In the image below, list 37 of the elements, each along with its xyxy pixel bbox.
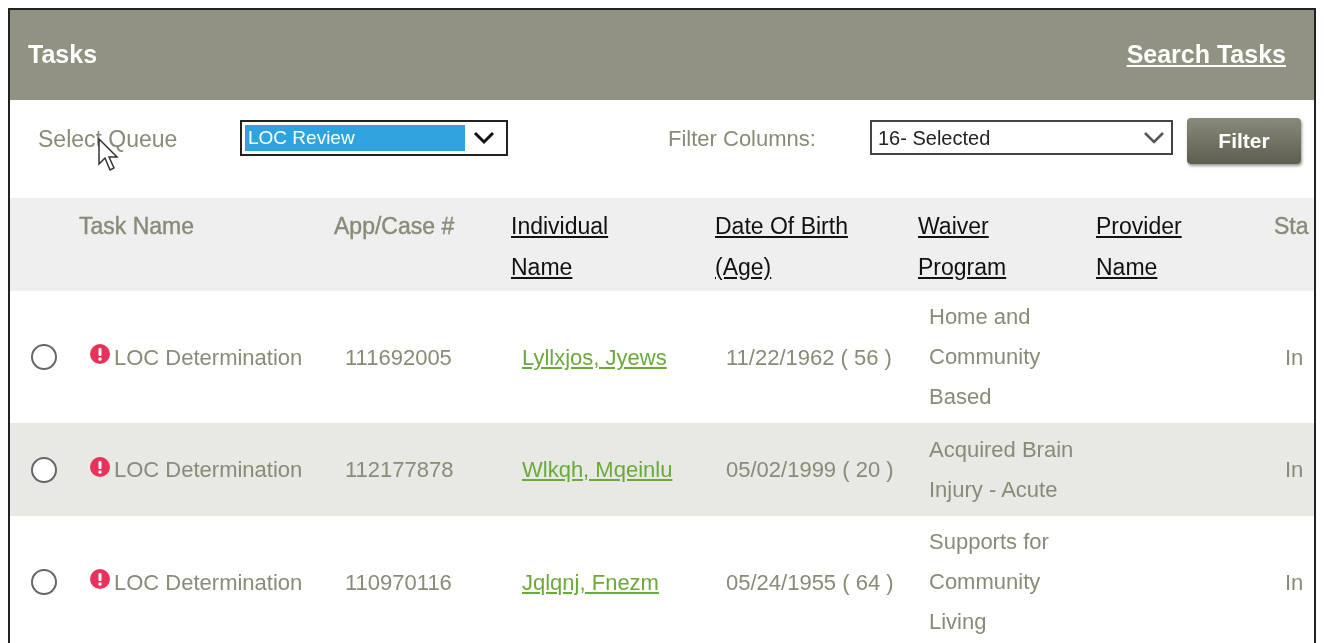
waiver-program-cell-text: Supports for Community Living <box>929 528 1050 636</box>
date-of-birth-cell-text: 05/24/1955 ( 64 ) <box>726 568 895 597</box>
status-cell-text: In <box>1285 456 1304 484</box>
column-header[interactable]: Provider Name <box>1096 206 1246 288</box>
status-cell-text: In <box>1285 568 1304 597</box>
filter-columns-label: Filter Columns: <box>668 125 817 153</box>
queue-label: Select Queue <box>38 122 240 157</box>
task-name-cell-text: LOC Determination <box>114 568 303 597</box>
queue-value: LOC Review <box>245 125 465 151</box>
panel-title: Tasks <box>28 39 98 71</box>
task-name-cell-text: LOC Determination <box>114 343 303 372</box>
column-header[interactable]: Date Of Birth (Age) <box>715 206 865 288</box>
search-tasks-link[interactable]: Search Tasks <box>1126 36 1286 74</box>
chevron-down-icon <box>473 131 495 145</box>
case-number-cell-text: 111692005 <box>345 343 453 372</box>
date-of-birth-cell-text: 11/22/1962 ( 56 ) <box>726 343 893 372</box>
queue-dropdown[interactable]: LOC Review <box>240 120 508 156</box>
waiver-program-cell-text: Home and Community Based <box>929 303 1042 411</box>
filter-button[interactable]: Filter <box>1187 118 1301 164</box>
individual-name-link[interactable]: Lyllxjos, Jyews <box>522 344 667 370</box>
case-number-cell-text: 112177878 <box>345 456 455 484</box>
column-header[interactable]: Waiver Program <box>918 206 1068 288</box>
column-header: App/Case # <box>334 212 455 241</box>
row-radio[interactable] <box>31 569 57 595</box>
task-name-cell-text: LOC Determination <box>114 456 303 484</box>
row-radio[interactable] <box>31 344 57 370</box>
row-radio[interactable] <box>31 456 57 483</box>
chevron-down-icon <box>1143 130 1165 145</box>
waiver-program-cell-text: Acquired Brain Injury - Acute <box>929 435 1075 504</box>
individual-name-link[interactable]: Jqlqnj, Fnezm <box>522 569 659 595</box>
column-header[interactable]: Individual Name <box>511 206 661 288</box>
column-header: Task Name <box>79 212 195 241</box>
filter-columns-dropdown[interactable]: 16- Selected <box>870 120 1173 155</box>
column-header: Sta <box>1274 212 1309 241</box>
date-of-birth-cell-text: 05/02/1999 ( 20 ) <box>726 456 895 484</box>
status-cell-text: In <box>1285 343 1304 372</box>
case-number-cell-text: 110970116 <box>345 568 453 597</box>
